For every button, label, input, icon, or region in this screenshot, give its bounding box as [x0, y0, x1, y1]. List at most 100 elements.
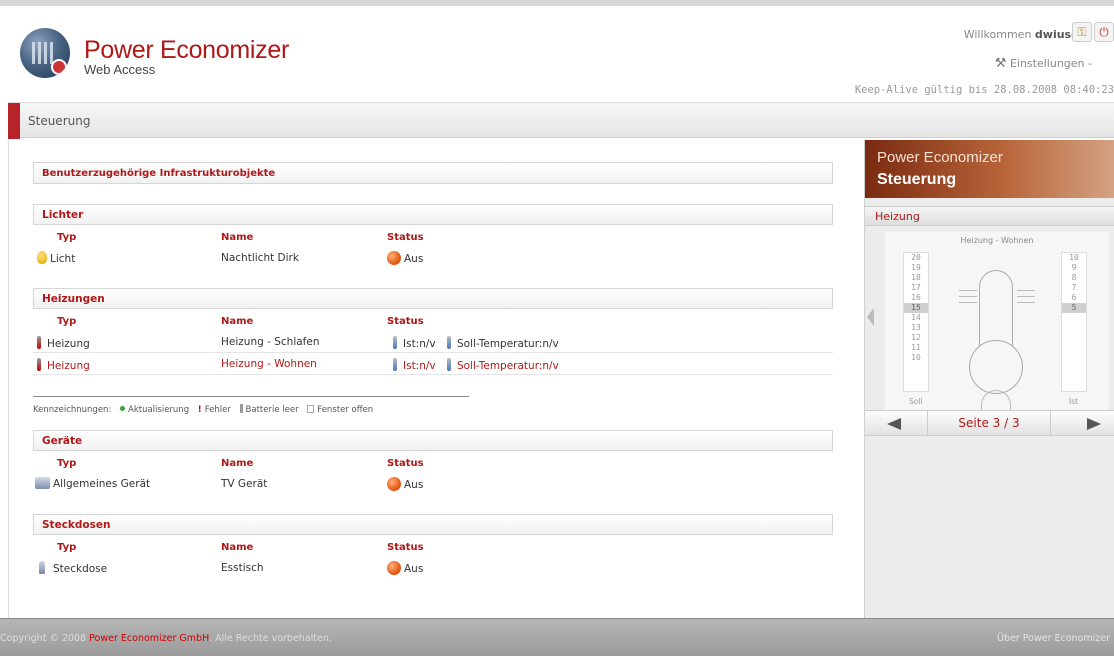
soll-scale-value[interactable]: 17	[904, 283, 928, 293]
copyright: Copyright © 2008 Power Economizer GmbH. …	[0, 633, 332, 644]
side-banner: Power Economizer Steuerung	[865, 140, 1114, 198]
logout-power-icon[interactable]: ⏻	[1094, 22, 1114, 42]
widget-title: Heizung - Wohnen	[960, 236, 1034, 245]
col-typ: Typ	[57, 542, 77, 553]
update-dot-icon	[120, 406, 126, 411]
ist-label: Ist	[1069, 397, 1079, 406]
col-typ: Typ	[57, 316, 77, 327]
thermometer-icon	[446, 336, 451, 349]
logo-globe-icon	[20, 28, 70, 78]
col-status: Status	[387, 542, 424, 553]
welcome-text: Willkommen	[963, 28, 1032, 41]
soll-scale-value[interactable]: 15	[904, 303, 928, 313]
light-bulb-icon	[37, 251, 47, 264]
thermometer-icon	[446, 358, 451, 371]
heating-status: Ist:n/v Soll-Temperatur:n/v	[393, 336, 559, 350]
ist-scale-value[interactable]: 6	[1062, 293, 1086, 303]
ist-scale-value[interactable]: 7	[1062, 283, 1086, 293]
row-name[interactable]: Nachtlicht Dirk	[221, 252, 299, 264]
row-name[interactable]: TV Gerät	[221, 478, 267, 490]
soll-scale-value[interactable]: 11	[904, 343, 928, 353]
side-banner-line1: Power Economizer	[877, 149, 1003, 166]
brand-subtitle: Web Access	[84, 62, 156, 77]
col-name: Name	[221, 232, 254, 243]
col-typ: Typ	[57, 458, 77, 469]
thermometer-icon	[393, 336, 397, 349]
ist-scale-value[interactable]: 10	[1062, 253, 1086, 263]
side-subtitle-bar: Heizung	[865, 206, 1114, 226]
keepalive-status: Keep-Alive gültig bis 28.08.2008 08:40:2…	[854, 84, 1114, 96]
table-row[interactable]: Heizung	[37, 358, 90, 372]
side-collapse-arrow-icon[interactable]	[867, 308, 874, 326]
page-title: Steuerung	[28, 114, 91, 128]
col-name: Name	[221, 316, 254, 327]
row-name[interactable]: Heizung - Schlafen	[221, 336, 319, 348]
col-typ: Typ	[57, 232, 77, 243]
row-name[interactable]: Esstisch	[221, 562, 264, 574]
row-divider	[33, 352, 833, 353]
soll-scale-value[interactable]: 20	[904, 253, 928, 263]
status-off-icon	[387, 477, 401, 491]
thermostat-widget: Heizung - Wohnen 20 19 18 17 16 15 14 13 12 11 10 …	[885, 232, 1109, 412]
status-off-icon	[387, 561, 401, 575]
socket-plug-icon	[39, 561, 45, 574]
prev-page-arrow-icon[interactable]	[887, 418, 901, 430]
soll-scale-value[interactable]: 13	[904, 323, 928, 333]
page-indicator: Seite 3 / 3	[927, 411, 1051, 435]
footer: Copyright © 2008 Power Economizer GmbH. …	[0, 618, 1114, 656]
side-subtitle: Heizung	[875, 210, 920, 223]
thermometer-icon	[37, 358, 41, 371]
tools-icon: ⚒	[994, 56, 1007, 71]
soll-scale-value[interactable]: 18	[904, 273, 928, 283]
section-lichter: Lichter	[33, 204, 833, 225]
about-link[interactable]: Über Power Economizer	[997, 633, 1110, 644]
side-banner-line2: Steuerung	[877, 171, 957, 188]
soll-scale-value[interactable]: 12	[904, 333, 928, 343]
pager: Seite 3 / 3	[865, 410, 1114, 436]
row-name[interactable]: Heizung - Wohnen	[221, 358, 317, 370]
ist-scale-value[interactable]: 5	[1062, 303, 1086, 313]
soll-scale-value[interactable]: 19	[904, 263, 928, 273]
soll-scale-value[interactable]: 14	[904, 313, 928, 323]
table-row[interactable]: Licht	[37, 251, 75, 265]
ist-scale-value[interactable]: 9	[1062, 263, 1086, 273]
table-row[interactable]: Steckdose	[39, 561, 107, 575]
section-geraete: Geräte	[33, 430, 833, 451]
settings-link[interactable]: ⚒ Einstellungen -	[995, 56, 1092, 71]
ist-scale-value[interactable]: 8	[1062, 273, 1086, 283]
window-icon	[307, 405, 315, 413]
ist-scale[interactable]: 10 9 8 7 6 5	[1061, 252, 1087, 392]
control-side-panel: Power Economizer Steuerung Heizung Heizu…	[864, 140, 1114, 618]
table-row[interactable]: Heizung	[37, 336, 90, 350]
next-page-arrow-icon[interactable]	[1087, 418, 1101, 430]
col-name: Name	[221, 542, 254, 553]
col-name: Name	[221, 458, 254, 469]
section-heizungen: Heizungen	[33, 288, 833, 309]
soll-label: Soll	[909, 397, 923, 406]
title-accent	[8, 103, 20, 139]
thermometer-icon	[393, 358, 397, 371]
status-toggle[interactable]: Aus	[387, 477, 423, 491]
thermometer-icon	[37, 336, 41, 349]
soll-scale-value[interactable]: 16	[904, 293, 928, 303]
battery-icon	[239, 404, 243, 413]
brand-title: Power Economizer	[84, 36, 290, 64]
table-row[interactable]: Allgemeines Gerät	[35, 477, 150, 490]
soll-scale-value[interactable]: 10	[904, 353, 928, 363]
header: Power Economizer Web Access Willkommen d…	[0, 0, 1114, 100]
col-status: Status	[387, 458, 424, 469]
status-toggle[interactable]: Aus	[387, 561, 423, 575]
main-panel: Benutzerzugehörige Infrastrukturobjekte …	[8, 140, 864, 618]
col-status: Status	[387, 316, 424, 327]
device-icon	[35, 477, 50, 489]
soll-scale[interactable]: 20 19 18 17 16 15 14 13 12 11 10	[903, 252, 929, 392]
user-key-icon[interactable]: ⚿	[1072, 22, 1092, 42]
error-icon: !	[197, 405, 202, 415]
section-steckdosen: Steckdosen	[33, 514, 833, 535]
status-off-icon	[387, 251, 401, 265]
company-link[interactable]: Power Economizer GmbH	[89, 633, 209, 644]
col-status: Status	[387, 232, 424, 243]
status-toggle[interactable]: Aus	[387, 251, 423, 265]
row-divider	[33, 374, 833, 375]
legend: Kennzeichnungen: Aktualisierung ! Fehler …	[33, 396, 469, 415]
